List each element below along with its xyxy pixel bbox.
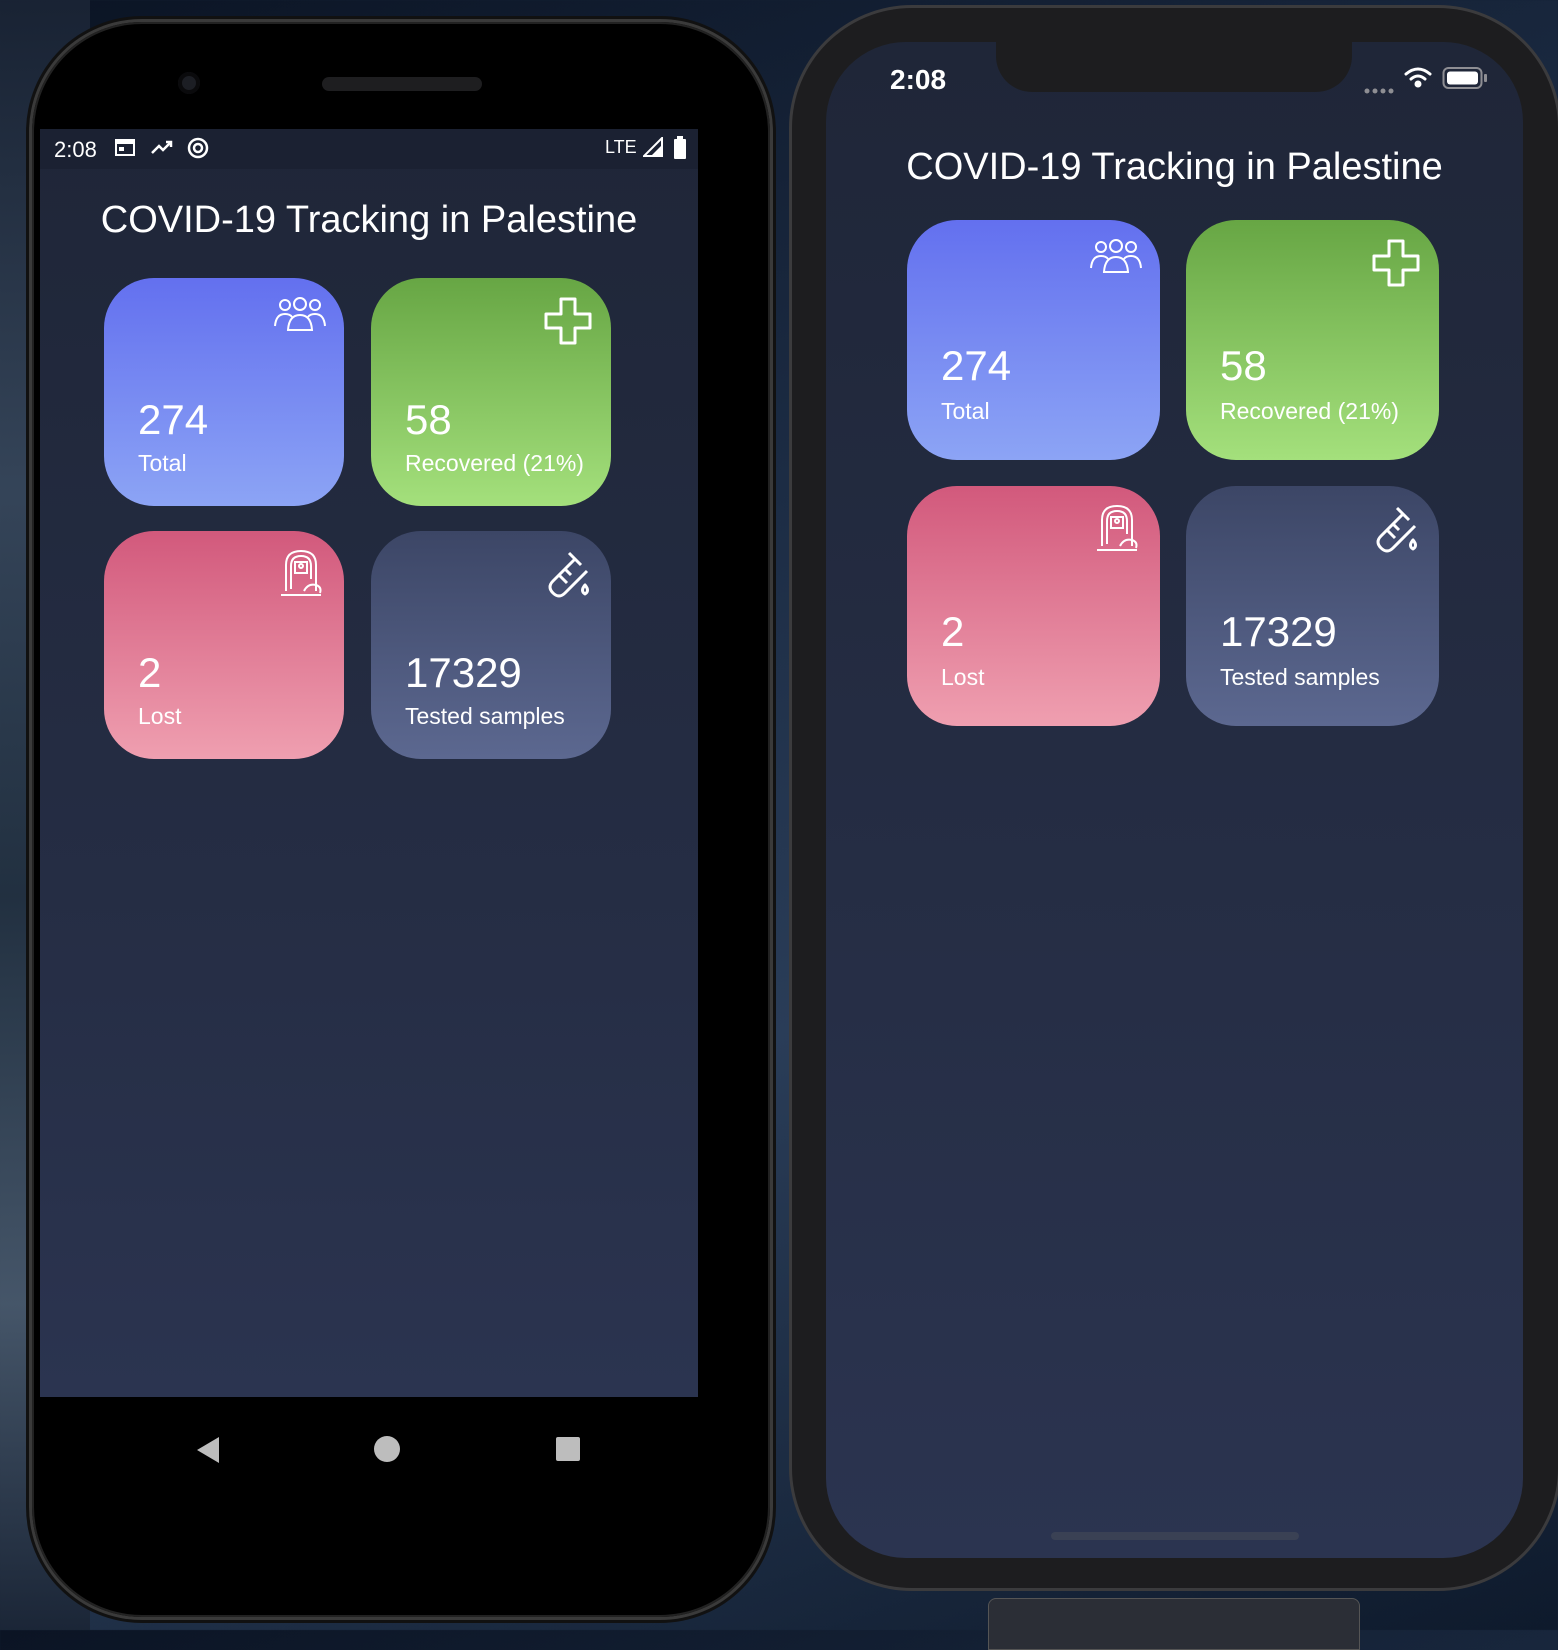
cellular-signal-icon — [1364, 82, 1396, 100]
card-value: 17329 — [1220, 608, 1337, 655]
status-time: 2:08 — [54, 137, 97, 162]
recents-button[interactable] — [555, 1436, 581, 1467]
card-label: Total — [138, 450, 187, 476]
card-label: Recovered (21%) — [405, 450, 584, 476]
home-button[interactable] — [373, 1435, 401, 1468]
earpiece-speaker — [322, 77, 482, 91]
card-label: Lost — [138, 703, 182, 729]
card-label: Recovered (21%) — [1220, 398, 1399, 424]
plus-cross-icon — [1371, 238, 1421, 293]
card-value: 2 — [138, 649, 162, 696]
total-card[interactable]: 274 Total — [104, 278, 344, 506]
home-indicator[interactable] — [1051, 1532, 1299, 1540]
page-title: COVID-19 Tracking in Palestine — [100, 199, 638, 241]
trending-icon — [150, 136, 174, 164]
simulator-label-tab — [988, 1598, 1360, 1650]
people-group-icon — [1090, 238, 1142, 279]
card-label: Total — [941, 398, 990, 424]
android-navigation-bar — [40, 1397, 698, 1517]
lost-card[interactable]: 2 Lost — [104, 531, 344, 759]
tombstone-icon — [1092, 504, 1142, 559]
card-value: 274 — [138, 396, 209, 443]
network-type: LTE — [605, 137, 637, 157]
signal-icon — [641, 135, 663, 163]
battery-icon — [1442, 66, 1488, 95]
card-value: 274 — [941, 342, 1012, 389]
lost-card[interactable]: 2 Lost — [907, 486, 1160, 726]
recovered-card[interactable]: 58 Recovered (21%) — [371, 278, 611, 506]
tested-card[interactable]: 17329 Tested samples — [1186, 486, 1439, 726]
page-title: COVID-19 Tracking in Palestine — [906, 146, 1443, 188]
status-time: 2:08 — [890, 64, 947, 95]
calendar-icon — [114, 136, 136, 164]
data-saver-icon — [186, 136, 210, 166]
recovered-card[interactable]: 58 Recovered (21%) — [1186, 220, 1439, 460]
android-status-bar: 2:08 LTE — [40, 129, 698, 169]
card-value: 58 — [405, 396, 452, 443]
card-label: Lost — [941, 664, 985, 690]
people-group-icon — [274, 296, 326, 337]
battery-icon — [673, 136, 687, 166]
test-tube-icon — [1369, 504, 1421, 559]
plus-cross-icon — [543, 296, 593, 351]
notch — [996, 42, 1352, 92]
front-camera — [178, 72, 200, 94]
android-screen: 2:08 LTE COVID-19 Tracking in Palestine … — [40, 129, 698, 1397]
total-card[interactable]: 274 Total — [907, 220, 1160, 460]
wifi-icon — [1404, 66, 1432, 93]
card-label: Tested samples — [1220, 664, 1380, 690]
back-button[interactable] — [195, 1435, 221, 1470]
card-value: 58 — [1220, 342, 1267, 389]
card-label: Tested samples — [405, 703, 565, 729]
card-value: 2 — [941, 608, 965, 655]
iphone-screen: 2:08 COVID-19 Tracking in Palestine 274 … — [826, 42, 1523, 1558]
card-value: 17329 — [405, 649, 522, 696]
test-tube-icon — [541, 549, 593, 604]
tested-card[interactable]: 17329 Tested samples — [371, 531, 611, 759]
tombstone-icon — [276, 549, 326, 604]
